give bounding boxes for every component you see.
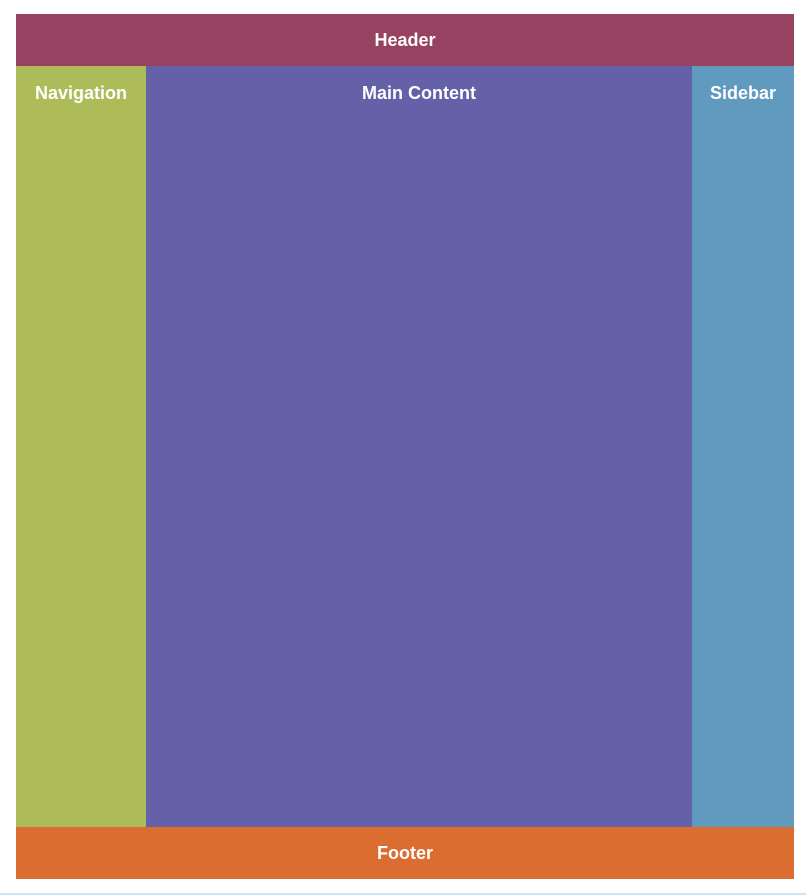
main-content-region: Main Content [146, 66, 692, 827]
header-region: Header [16, 14, 794, 66]
sidebar-label: Sidebar [709, 83, 777, 103]
navigation-label: Navigation [34, 83, 127, 103]
header-label: Header [374, 29, 436, 50]
page: Header Navigation Main Content Sidebar F… [0, 0, 806, 895]
navigation-region: Navigation [16, 66, 146, 827]
layout-diagram: Header Navigation Main Content Sidebar F… [16, 14, 794, 879]
sidebar-region: Sidebar [692, 66, 794, 827]
main-content-label: Main Content [362, 83, 476, 103]
footer-label: Footer [377, 842, 433, 863]
middle-row: Navigation Main Content Sidebar [16, 66, 794, 827]
footer-region: Footer [16, 827, 794, 879]
